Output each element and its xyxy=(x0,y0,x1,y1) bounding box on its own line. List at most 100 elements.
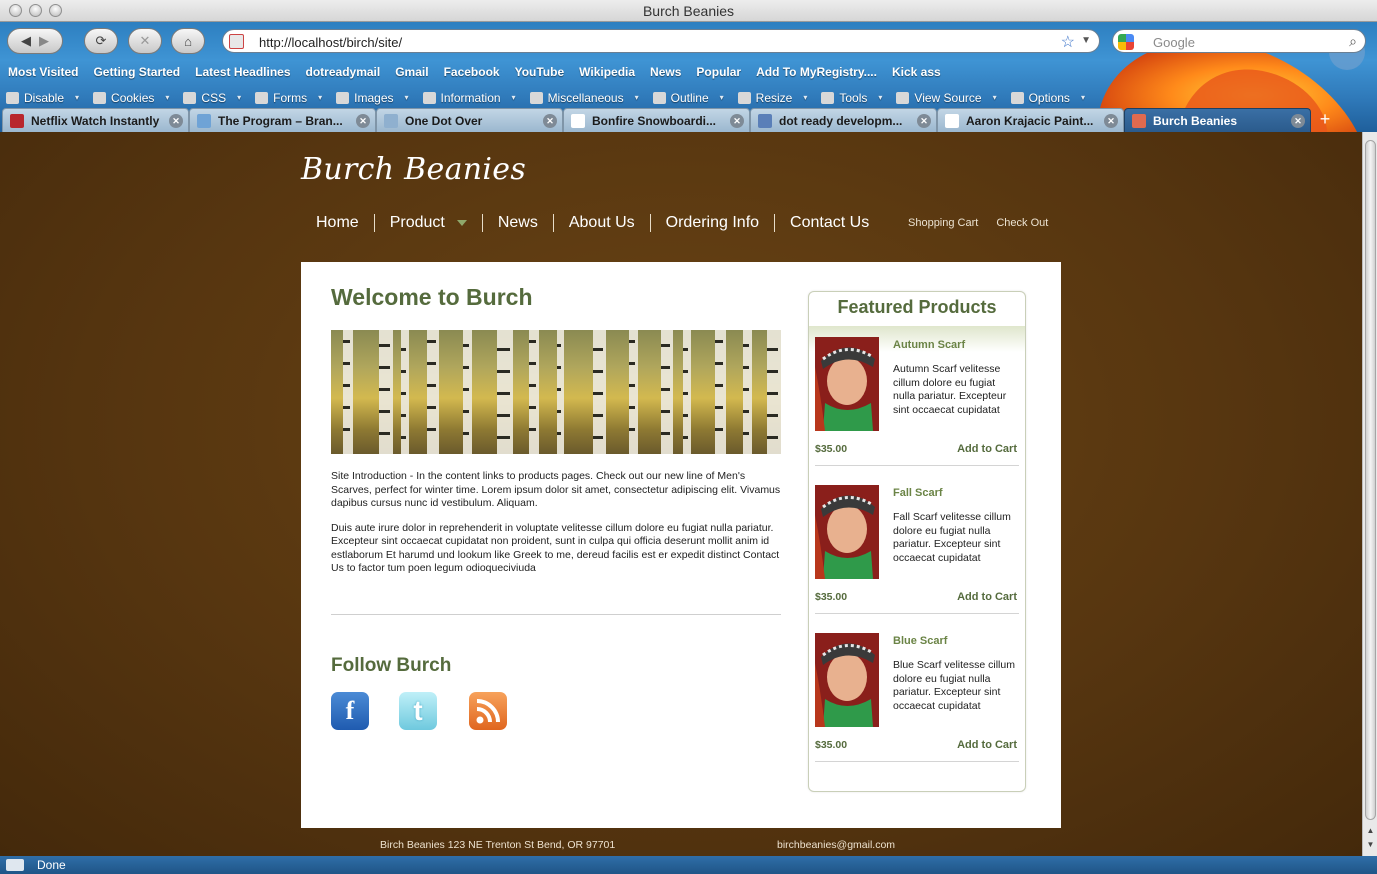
product-price: $35.00 xyxy=(815,591,848,603)
chevron-down-icon[interactable] xyxy=(456,219,467,226)
nav-item-ordering-info[interactable]: Ordering Info xyxy=(649,214,774,232)
css-icon xyxy=(183,91,197,104)
bookmark-item[interactable]: Add To MyRegistry.... xyxy=(748,63,884,81)
bookmark-item[interactable]: Gmail xyxy=(387,63,435,81)
forward-icon[interactable]: ▶ xyxy=(39,33,49,49)
nav-label: Contact Us xyxy=(790,214,870,231)
footer-email[interactable]: birchbeanies@gmail.com xyxy=(777,839,895,851)
bookmark-item[interactable]: Facebook xyxy=(436,63,507,81)
webdev-menu-10[interactable]: View Source ▾ xyxy=(890,86,1004,106)
url-text[interactable]: http://localhost/birch/site/ xyxy=(259,35,402,50)
tab-close-icon[interactable]: ✕ xyxy=(1291,114,1305,128)
bookmark-item[interactable]: Kick ass xyxy=(884,63,948,81)
product-photo[interactable] xyxy=(815,485,879,579)
tab-close-icon[interactable]: ✕ xyxy=(543,114,557,128)
add-to-cart-button[interactable]: Add to Cart xyxy=(957,591,1017,603)
url-history-dropdown-icon[interactable]: ▼ xyxy=(1081,35,1091,46)
birch-bark-mark xyxy=(427,406,436,409)
search-input[interactable]: Google xyxy=(1153,35,1195,50)
browser-tab[interactable]: Bonfire Snowboardi... ✕ xyxy=(563,108,750,132)
tab-close-icon[interactable]: ✕ xyxy=(917,114,931,128)
page-heading: Welcome to Burch xyxy=(331,284,533,310)
nav-item-product[interactable]: Product xyxy=(373,214,482,232)
facebook-icon[interactable]: f xyxy=(331,692,369,730)
product-name[interactable]: Blue Scarf xyxy=(893,635,947,647)
add-to-cart-button[interactable]: Add to Cart xyxy=(957,739,1017,751)
birch-bark-mark xyxy=(463,410,469,413)
webdev-menu-7[interactable]: Outline ▾ xyxy=(647,86,732,106)
birch-trunk xyxy=(379,330,393,454)
webdev-menu-5[interactable]: Information ▾ xyxy=(417,86,524,106)
browser-tab[interactable]: Aaron Krajacic Paint... ✕ xyxy=(937,108,1124,132)
reload-button[interactable]: ⟳ xyxy=(84,28,118,54)
content-panel: Welcome to Burch Site Introduction - In … xyxy=(301,262,1061,828)
stop-button[interactable]: ✕ xyxy=(128,28,162,54)
options-icon xyxy=(1010,91,1024,104)
webdev-label: Tools xyxy=(839,90,868,105)
scrollbar-thumb[interactable] xyxy=(1365,140,1376,820)
webdev-menu-8[interactable]: Resize ▾ xyxy=(732,86,816,106)
shopping-cart-link[interactable]: Shopping Cart xyxy=(908,217,978,229)
scroll-up-arrow-icon[interactable]: ▲ xyxy=(1365,826,1376,835)
bookmark-item[interactable]: Latest Headlines xyxy=(187,63,297,81)
rss-icon[interactable] xyxy=(469,692,507,730)
bookmark-item[interactable]: News xyxy=(642,63,688,81)
webdev-menu-3[interactable]: Forms ▾ xyxy=(249,86,330,106)
nav-item-home[interactable]: Home xyxy=(301,214,374,232)
back-forward-button[interactable]: ◀ ▶ xyxy=(7,28,63,54)
tab-close-icon[interactable]: ✕ xyxy=(730,114,744,128)
webdev-label: Forms xyxy=(273,90,308,105)
webdev-menu-2[interactable]: CSS ▾ xyxy=(177,86,249,106)
bookmark-item[interactable]: Popular xyxy=(688,63,748,81)
product-photo[interactable] xyxy=(815,633,879,727)
webdev-menu-1[interactable]: Cookies ▾ xyxy=(87,86,177,106)
nav-item-news[interactable]: News xyxy=(481,214,553,232)
webdev-menu-4[interactable]: Images ▾ xyxy=(330,86,416,106)
window-title: Burch Beanies xyxy=(642,3,735,19)
keyboard-icon xyxy=(6,859,24,871)
tab-close-icon[interactable]: ✕ xyxy=(169,114,183,128)
bookmark-item[interactable]: dotreadymail xyxy=(298,63,388,81)
bookmark-item[interactable]: YouTube xyxy=(507,63,572,81)
dropdown-arrow-icon: ▾ xyxy=(75,93,80,102)
browser-tab[interactable]: Netflix Watch Instantly ✕ xyxy=(2,108,189,132)
browser-tab[interactable]: dot ready developm... ✕ xyxy=(750,108,937,132)
search-icon[interactable]: ⌕ xyxy=(1349,33,1357,50)
bookmark-item[interactable]: Most Visited xyxy=(0,63,85,81)
webdev-menu-6[interactable]: Miscellaneous ▾ xyxy=(524,86,647,106)
tab-close-icon[interactable]: ✕ xyxy=(1104,114,1118,128)
webdev-menu-0[interactable]: Disable ▾ xyxy=(0,86,87,106)
home-button[interactable]: ⌂ xyxy=(171,28,205,54)
nav-item-about-us[interactable]: About Us xyxy=(552,214,650,232)
google-engine-icon[interactable] xyxy=(1118,34,1134,50)
new-tab-button[interactable]: + xyxy=(1313,109,1337,131)
site-logo-title[interactable]: Burch Beanies xyxy=(301,152,526,187)
search-bar[interactable]: Google ⌕ xyxy=(1112,29,1366,53)
browser-tab[interactable]: One Dot Over ✕ xyxy=(376,108,563,132)
webdev-menu-11[interactable]: Options ▾ xyxy=(1005,86,1093,106)
scroll-down-arrow-icon[interactable]: ▼ xyxy=(1365,840,1376,849)
nav-item-contact-us[interactable]: Contact Us xyxy=(774,214,884,232)
check-out-link[interactable]: Check Out xyxy=(996,217,1048,229)
status-text: Done xyxy=(37,858,66,872)
product-name[interactable]: Fall Scarf xyxy=(893,487,943,499)
birch-bark-mark xyxy=(401,436,406,439)
bookmark-item[interactable]: Getting Started xyxy=(85,63,187,81)
birch-bark-mark xyxy=(463,366,469,369)
bookmark-star-icon[interactable]: ☆ xyxy=(1061,32,1075,52)
add-to-cart-button[interactable]: Add to Cart xyxy=(957,443,1017,455)
birch-bark-mark xyxy=(715,384,723,387)
url-bar[interactable]: http://localhost/birch/site/ ☆ ▼ xyxy=(222,29,1100,53)
birch-bark-mark xyxy=(529,340,536,343)
browser-tab[interactable]: Burch Beanies ✕ xyxy=(1124,108,1311,132)
product-photo[interactable] xyxy=(815,337,879,431)
back-icon[interactable]: ◀ xyxy=(21,33,31,49)
tab-label: The Program – Bran... xyxy=(218,113,343,128)
vertical-scrollbar[interactable]: ▲ ▼ xyxy=(1362,132,1377,856)
bookmark-item[interactable]: Wikipedia xyxy=(571,63,642,81)
webdev-menu-9[interactable]: Tools ▾ xyxy=(815,86,890,106)
twitter-icon[interactable]: t xyxy=(399,692,437,730)
tab-close-icon[interactable]: ✕ xyxy=(356,114,370,128)
product-name[interactable]: Autumn Scarf xyxy=(893,339,965,351)
browser-tab[interactable]: The Program – Bran... ✕ xyxy=(189,108,376,132)
